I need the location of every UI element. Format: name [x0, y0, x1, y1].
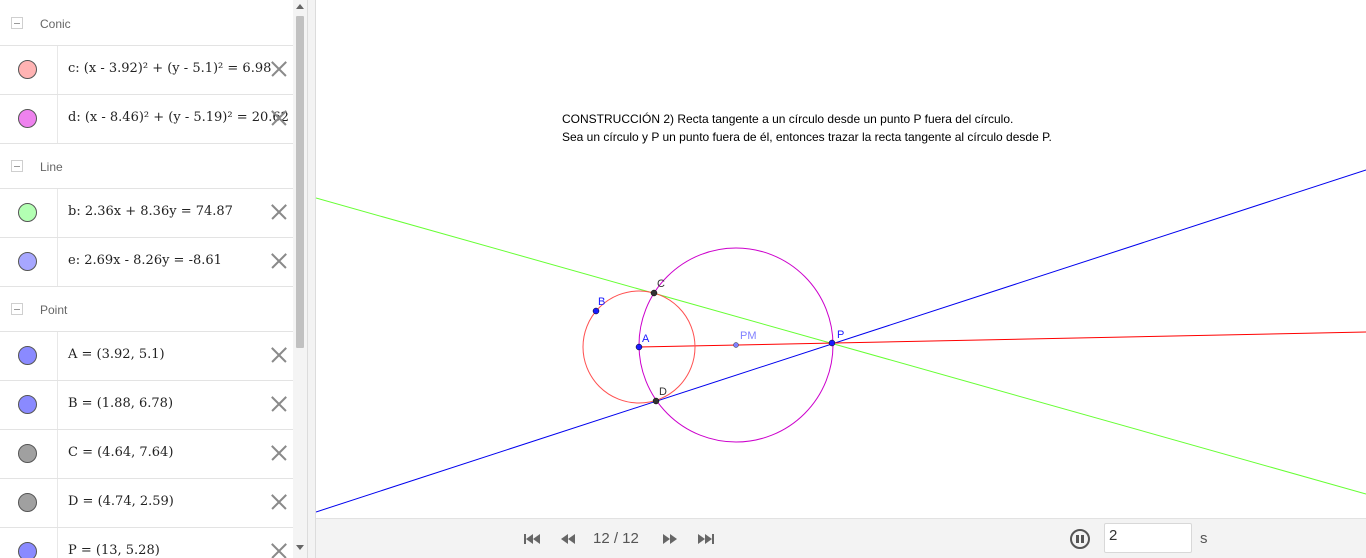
- algebra-item-text[interactable]: c: (x - 3.92)² + (y - 5.1)² = 6.98: [68, 61, 271, 76]
- algebra-item-P[interactable]: P = (13, 5.28): [0, 528, 293, 558]
- delete-icon[interactable]: [268, 540, 290, 558]
- point-label-PM: PM: [740, 330, 757, 342]
- speed-unit-label: s: [1200, 530, 1208, 547]
- algebra-item-d[interactable]: d: (x - 8.46)² + (y - 5.19)² = 20.62: [0, 95, 293, 144]
- delete-icon[interactable]: [268, 250, 290, 272]
- algebra-item-text[interactable]: C = (4.64, 7.64): [68, 445, 173, 460]
- visibility-marble-icon[interactable]: [18, 252, 37, 271]
- group-header-conic[interactable]: Conic: [0, 2, 293, 46]
- delete-icon[interactable]: [268, 491, 290, 513]
- visibility-marble-icon[interactable]: [18, 444, 37, 463]
- algebra-item-A[interactable]: A = (3.92, 5.1): [0, 332, 293, 381]
- delete-icon[interactable]: [268, 344, 290, 366]
- first-step-icon[interactable]: [523, 532, 541, 546]
- point-D[interactable]: [652, 397, 660, 405]
- algebra-item-text[interactable]: e: 2.69x - 8.26y = -8.61: [68, 253, 222, 268]
- point-label-A: A: [642, 333, 650, 345]
- scrollbar-thumb[interactable]: [296, 16, 304, 348]
- algebra-item-text[interactable]: b: 2.36x + 8.36y = 74.87: [68, 204, 233, 219]
- delete-icon[interactable]: [268, 442, 290, 464]
- algebra-item-text[interactable]: D = (4.74, 2.59): [68, 494, 174, 509]
- step-counter: 12 / 12: [593, 530, 639, 547]
- point-label-D: D: [659, 386, 667, 398]
- algebra-item-D[interactable]: D = (4.74, 2.59): [0, 479, 293, 528]
- point-label-B: B: [598, 296, 605, 308]
- speed-input[interactable]: 2: [1104, 523, 1192, 553]
- group-label-point: Point: [40, 303, 68, 317]
- visibility-marble-icon[interactable]: [18, 542, 37, 558]
- group-header-line[interactable]: Line: [0, 145, 293, 189]
- visibility-marble-icon[interactable]: [18, 203, 37, 222]
- delete-icon[interactable]: [268, 393, 290, 415]
- algebra-item-text[interactable]: A = (3.92, 5.1): [68, 347, 165, 362]
- visibility-marble-icon[interactable]: [18, 60, 37, 79]
- group-label-conic: Conic: [40, 17, 71, 31]
- collapse-icon[interactable]: [11, 303, 23, 315]
- construction-title: CONSTRUCCIÓN 2) Recta tangente a un círc…: [562, 112, 1014, 126]
- visibility-marble-icon[interactable]: [18, 493, 37, 512]
- algebra-item-b[interactable]: b: 2.36x + 8.36y = 74.87: [0, 189, 293, 238]
- algebra-scrollbar[interactable]: [293, 0, 307, 558]
- construction-playbar: 12 / 12 2 s: [316, 518, 1366, 558]
- delete-icon[interactable]: [268, 107, 290, 129]
- algebra-item-text[interactable]: B = (1.88, 6.78): [68, 396, 173, 411]
- point-PM[interactable]: [733, 342, 739, 348]
- view-splitter[interactable]: [307, 0, 316, 558]
- collapse-icon[interactable]: [11, 160, 23, 172]
- scroll-up-arrow-icon[interactable]: [296, 4, 304, 9]
- visibility-marble-icon[interactable]: [18, 346, 37, 365]
- scroll-down-arrow-icon[interactable]: [296, 545, 304, 550]
- graphics-view[interactable]: B C D A PM P CONSTRUCCIÓN 2) Recta tange…: [316, 0, 1366, 518]
- algebra-item-B[interactable]: B = (1.88, 6.78): [0, 381, 293, 430]
- algebra-item-text[interactable]: d: (x - 8.46)² + (y - 5.19)² = 20.62: [68, 110, 289, 125]
- point-C[interactable]: [650, 289, 658, 297]
- previous-step-icon[interactable]: [559, 532, 577, 546]
- point-label-P: P: [837, 329, 844, 341]
- algebra-item-e[interactable]: e: 2.69x - 8.26y = -8.61: [0, 238, 293, 287]
- visibility-marble-icon[interactable]: [18, 395, 37, 414]
- point-B[interactable]: [592, 307, 600, 315]
- tangent-line-b[interactable]: [316, 197, 1366, 495]
- next-step-icon[interactable]: [661, 532, 679, 546]
- point-P[interactable]: [828, 339, 836, 347]
- point-label-C: C: [657, 278, 665, 290]
- group-label-line: Line: [40, 160, 63, 174]
- algebra-item-C[interactable]: C = (4.64, 7.64): [0, 430, 293, 479]
- delete-icon[interactable]: [268, 58, 290, 80]
- tangent-line-e[interactable]: [316, 169, 1366, 513]
- group-header-point[interactable]: Point: [0, 288, 293, 332]
- pause-icon[interactable]: [1070, 529, 1090, 549]
- visibility-marble-icon[interactable]: [18, 109, 37, 128]
- last-step-icon[interactable]: [697, 532, 715, 546]
- collapse-icon[interactable]: [11, 17, 23, 29]
- algebra-item-c[interactable]: c: (x - 3.92)² + (y - 5.1)² = 6.98: [0, 46, 293, 95]
- algebra-item-text[interactable]: P = (13, 5.28): [68, 543, 160, 558]
- construction-canvas[interactable]: B C D A PM P: [316, 0, 1366, 518]
- algebra-view: Conic c: (x - 3.92)² + (y - 5.1)² = 6.98…: [0, 0, 293, 558]
- construction-description: Sea un círculo y P un punto fuera de él,…: [562, 130, 1052, 144]
- delete-icon[interactable]: [268, 201, 290, 223]
